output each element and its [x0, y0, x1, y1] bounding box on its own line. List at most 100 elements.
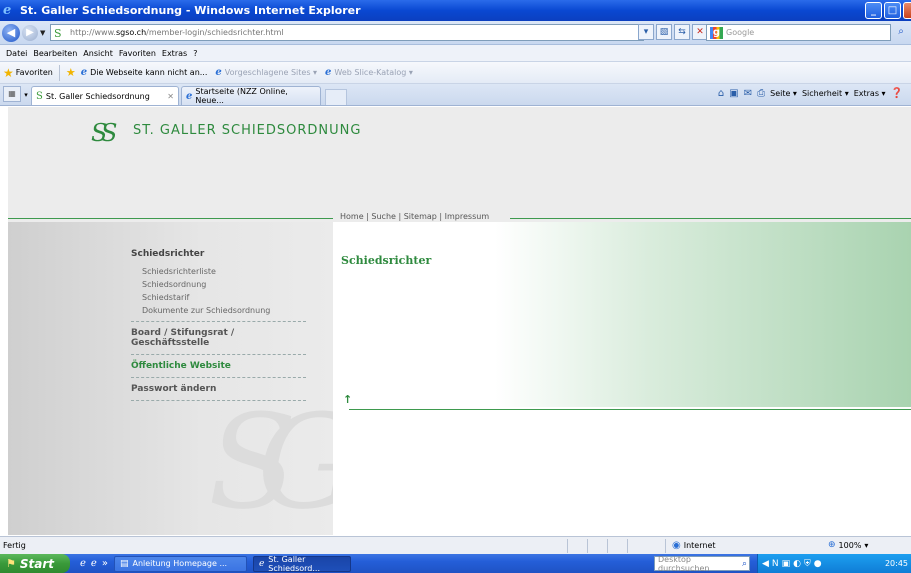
- help-icon[interactable]: ❓: [891, 88, 903, 99]
- search-placeholder: Google: [726, 28, 755, 37]
- tray-update-icon[interactable]: ●: [814, 559, 822, 569]
- site-logo-icon[interactable]: SS: [91, 119, 118, 147]
- taskbar-item-st-galler[interactable]: ℯ St. Galler Schiedsord...: [252, 555, 351, 573]
- site-title[interactable]: ST. GALLER SCHIEDSORDNUNG: [133, 123, 361, 138]
- quick-launch-more-icon[interactable]: »: [102, 558, 108, 569]
- sidebar-item-board[interactable]: Board / Stifungsrat / Geschäftsstelle: [131, 328, 306, 348]
- mail-icon[interactable]: ✉: [744, 88, 752, 99]
- menu-item-help[interactable]: ?: [193, 49, 197, 58]
- favorite-link-web-slice[interactable]: e Web Slice-Katalog ▾: [325, 67, 413, 78]
- address-toolbar: ◀ ▶ ▼ S http://www. sgso.ch/member-login/…: [0, 21, 911, 45]
- status-text: Fertig: [3, 541, 26, 550]
- window-controls: _ □: [865, 2, 911, 19]
- sidebar-item-schiedstarif[interactable]: Schiedstarif: [142, 293, 306, 302]
- favorites-star-icon[interactable]: ★: [3, 66, 14, 80]
- security-zone[interactable]: ◉ Internet: [672, 540, 716, 551]
- clock[interactable]: 20:45: [885, 559, 908, 568]
- quick-launch: ℯ ℯ »: [80, 558, 108, 569]
- sidebar-item-dokumente[interactable]: Dokumente zur Schiedsordnung: [142, 306, 306, 315]
- back-button[interactable]: ◀: [2, 23, 20, 42]
- tray-security-icon[interactable]: ⛨: [804, 559, 811, 569]
- window-titlebar: e St. Galler Schiedsordnung - Windows In…: [0, 0, 911, 21]
- menu-item-favoriten[interactable]: Favoriten: [119, 49, 156, 58]
- sidebar-nav: Schiedsrichter Schiedsrichterliste Schie…: [131, 249, 306, 407]
- start-button[interactable]: ⚑ Start: [0, 554, 70, 573]
- search-icon[interactable]: ⌕: [742, 559, 749, 569]
- sg-watermark-icon: SG: [208, 386, 361, 535]
- command-sicherheit[interactable]: Sicherheit ▾: [802, 89, 849, 98]
- site-favicon-icon: S: [36, 90, 43, 102]
- forward-button[interactable]: ▶: [22, 24, 38, 41]
- page-viewport: SS ST. GALLER SCHIEDSORDNUNG Home | Such…: [8, 107, 911, 535]
- taskbar-item-anleitung[interactable]: ▤ Anleitung Homepage ...: [113, 555, 247, 572]
- address-input[interactable]: S http://www. sgso.ch/member-login/schied…: [50, 24, 644, 41]
- ie-logo-icon: e: [3, 2, 12, 18]
- favorite-link-suggested-sites[interactable]: e Vorgeschlagene Sites ▾: [215, 67, 317, 78]
- google-icon: g: [710, 26, 723, 39]
- sidebar-item-schiedsrichterliste[interactable]: Schiedsrichterliste: [142, 267, 306, 276]
- close-tab-icon[interactable]: ✕: [167, 92, 174, 101]
- top-nav[interactable]: Home | Suche | Sitemap | Impressum: [340, 212, 489, 221]
- chevron-down-icon: ▾: [864, 540, 869, 550]
- ie-icon: e: [325, 67, 332, 78]
- quick-tabs-icon[interactable]: ▦: [3, 86, 21, 102]
- desktop-search-input[interactable]: Desktop durchsuchen ⌕: [654, 555, 750, 573]
- home-icon[interactable]: ⌂: [718, 88, 724, 99]
- tray-app-icon[interactable]: N: [772, 559, 779, 569]
- minimize-button[interactable]: _: [865, 2, 882, 19]
- menu-item-extras[interactable]: Extras: [162, 49, 187, 58]
- globe-icon: ◉: [672, 540, 681, 551]
- status-divider: [607, 539, 608, 553]
- zoom-icon: ⊕: [828, 540, 836, 550]
- address-actions: ▾ ▧ ⇆ ✕: [638, 24, 708, 40]
- feeds-icon[interactable]: ▣: [729, 88, 738, 99]
- taskbar: ⚑ Start ℯ ℯ » ▤ Anleitung Homepage ... ℯ…: [0, 554, 911, 573]
- system-tray: ◀ N ▣ ◐ ⛨ ● 20:45: [757, 554, 911, 573]
- favorites-button[interactable]: Favoriten: [16, 68, 53, 77]
- menu-item-datei[interactable]: Datei: [6, 49, 27, 58]
- new-tab-button[interactable]: [325, 89, 347, 105]
- tray-volume-icon[interactable]: ◐: [793, 559, 801, 569]
- quick-launch-browser-icon[interactable]: ℯ: [91, 558, 97, 569]
- favorites-divider: [58, 64, 60, 81]
- command-seite[interactable]: Seite ▾: [770, 89, 797, 98]
- print-icon[interactable]: ⎙: [757, 88, 765, 99]
- content-band: [333, 222, 911, 407]
- tray-network-icon[interactable]: ▣: [782, 559, 791, 569]
- tab-nzz[interactable]: e Startseite (NZZ Online, Neue...: [181, 86, 321, 105]
- close-button[interactable]: [903, 2, 911, 19]
- refresh-icon[interactable]: ⇆: [674, 24, 690, 40]
- sidebar-item-public-website[interactable]: Öffentliche Website: [131, 361, 306, 371]
- history-dropdown-icon[interactable]: ▼: [40, 29, 45, 37]
- document-icon: ▤: [119, 558, 129, 569]
- ie-icon: e: [215, 67, 222, 78]
- status-divider: [587, 539, 588, 553]
- tab-st-galler[interactable]: S St. Galler Schiedsordnung ✕: [31, 86, 179, 105]
- command-extras[interactable]: Extras ▾: [854, 89, 886, 98]
- menu-item-bearbeiten[interactable]: Bearbeiten: [33, 49, 77, 58]
- search-icon[interactable]: ⌕: [893, 24, 909, 41]
- add-favorite-icon[interactable]: ★: [66, 66, 76, 79]
- compatibility-view-icon[interactable]: ▧: [656, 24, 672, 40]
- back-to-top-icon[interactable]: ↑: [343, 393, 352, 406]
- url-path: /member-login/schiedsrichter.html: [146, 28, 284, 37]
- address-dropdown-icon[interactable]: ▾: [638, 24, 654, 40]
- tray-arrow-icon[interactable]: ◀: [762, 559, 769, 569]
- favorite-link-error[interactable]: e Die Webseite kann nicht an...: [81, 67, 208, 78]
- ie-icon: ℯ: [258, 558, 265, 569]
- command-bar: ⌂ ▣ ✉ ⎙ Seite ▾ Sicherheit ▾ Extras ▾ ❓: [718, 88, 903, 99]
- sidebar-heading[interactable]: Schiedsrichter: [131, 249, 306, 259]
- quick-launch-ie-icon[interactable]: ℯ: [80, 558, 86, 569]
- tab-list-dropdown-icon[interactable]: ▾: [21, 91, 31, 99]
- search-input[interactable]: g Google: [706, 24, 891, 41]
- sidebar-item-change-password[interactable]: Passwort ändern: [131, 384, 306, 394]
- status-divider: [665, 539, 666, 553]
- maximize-button[interactable]: □: [884, 2, 901, 19]
- status-divider: [567, 539, 568, 553]
- favorites-bar: ★ Favoriten ★ e Die Webseite kann nicht …: [0, 62, 911, 84]
- zoom-control[interactable]: ⊕ 100% ▾: [828, 540, 868, 550]
- menu-item-ansicht[interactable]: Ansicht: [83, 49, 113, 58]
- sidebar-item-schiedsordnung[interactable]: Schiedsordnung: [142, 280, 306, 289]
- url-prefix: http://www.: [70, 28, 116, 37]
- content-rule: [349, 409, 911, 410]
